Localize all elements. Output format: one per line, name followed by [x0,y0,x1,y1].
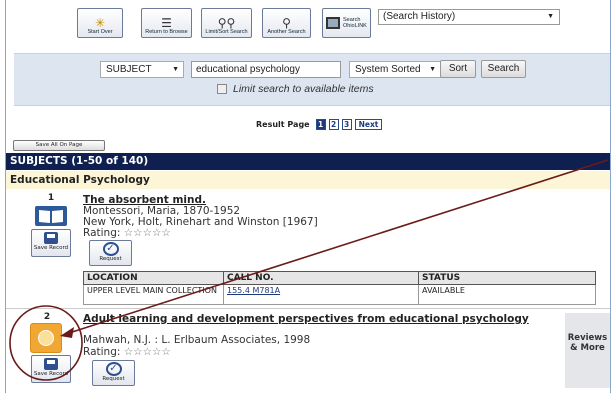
annotation-overlay [9,159,609,381]
annotation-arrow [65,159,609,335]
arrowhead-icon [60,327,74,338]
highlight-circle [9,305,83,381]
